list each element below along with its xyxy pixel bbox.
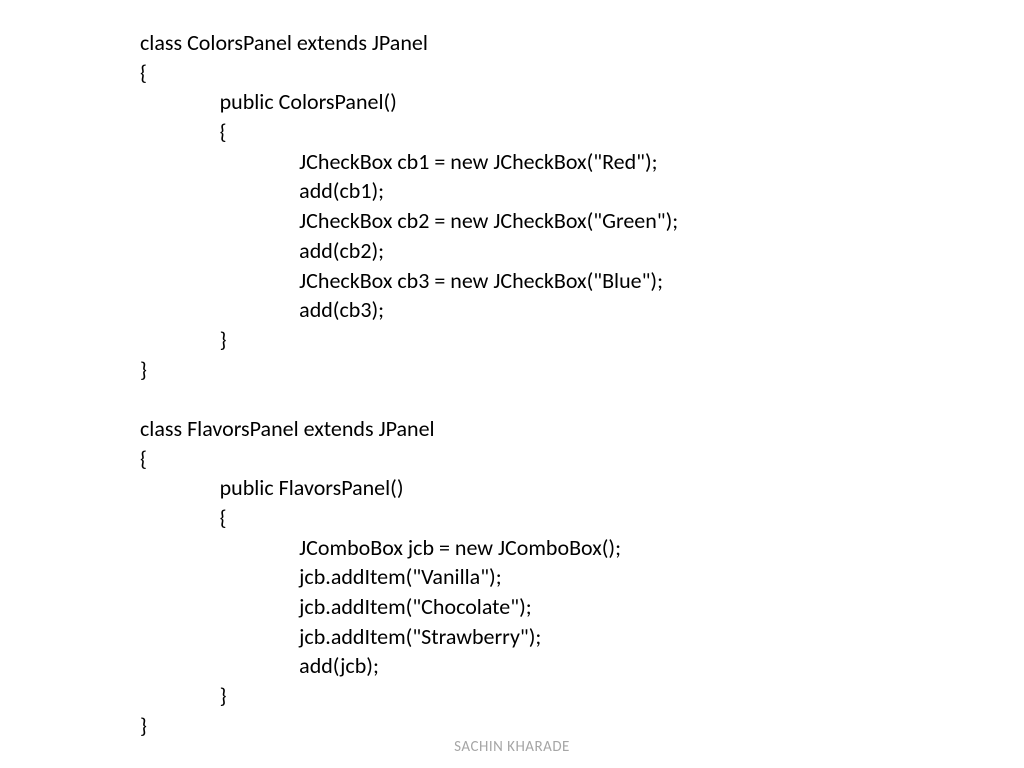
- code-line: }: [140, 355, 1024, 385]
- code-line: public ColorsPanel(): [140, 87, 1024, 117]
- code-line: JCheckBox cb2 = new JCheckBox("Green");: [140, 206, 1024, 236]
- code-line: jcb.addItem("Strawberry");: [140, 622, 1024, 652]
- code-line: {: [140, 444, 1024, 474]
- code-line: }: [140, 325, 1024, 355]
- code-line: class FlavorsPanel extends JPanel: [140, 414, 1024, 444]
- code-line: public FlavorsPanel(): [140, 473, 1024, 503]
- code-line: JCheckBox cb3 = new JCheckBox("Blue");: [140, 266, 1024, 296]
- code-line: }: [140, 711, 1024, 741]
- code-block: class ColorsPanel extends JPanel{ public…: [140, 28, 1024, 741]
- code-line: add(cb2);: [140, 236, 1024, 266]
- code-line: [140, 384, 1024, 414]
- code-line: class ColorsPanel extends JPanel: [140, 28, 1024, 58]
- footer-author: SACHIN KHARADE: [0, 738, 1024, 756]
- code-line: {: [140, 503, 1024, 533]
- code-line: {: [140, 58, 1024, 88]
- code-line: add(cb3);: [140, 295, 1024, 325]
- code-line: add(jcb);: [140, 651, 1024, 681]
- code-line: jcb.addItem("Vanilla");: [140, 562, 1024, 592]
- slide-content: class ColorsPanel extends JPanel{ public…: [0, 0, 1024, 741]
- code-line: }: [140, 681, 1024, 711]
- code-line: {: [140, 117, 1024, 147]
- code-line: JCheckBox cb1 = new JCheckBox("Red");: [140, 147, 1024, 177]
- code-line: jcb.addItem("Chocolate");: [140, 592, 1024, 622]
- code-line: add(cb1);: [140, 176, 1024, 206]
- code-line: JComboBox jcb = new JComboBox();: [140, 533, 1024, 563]
